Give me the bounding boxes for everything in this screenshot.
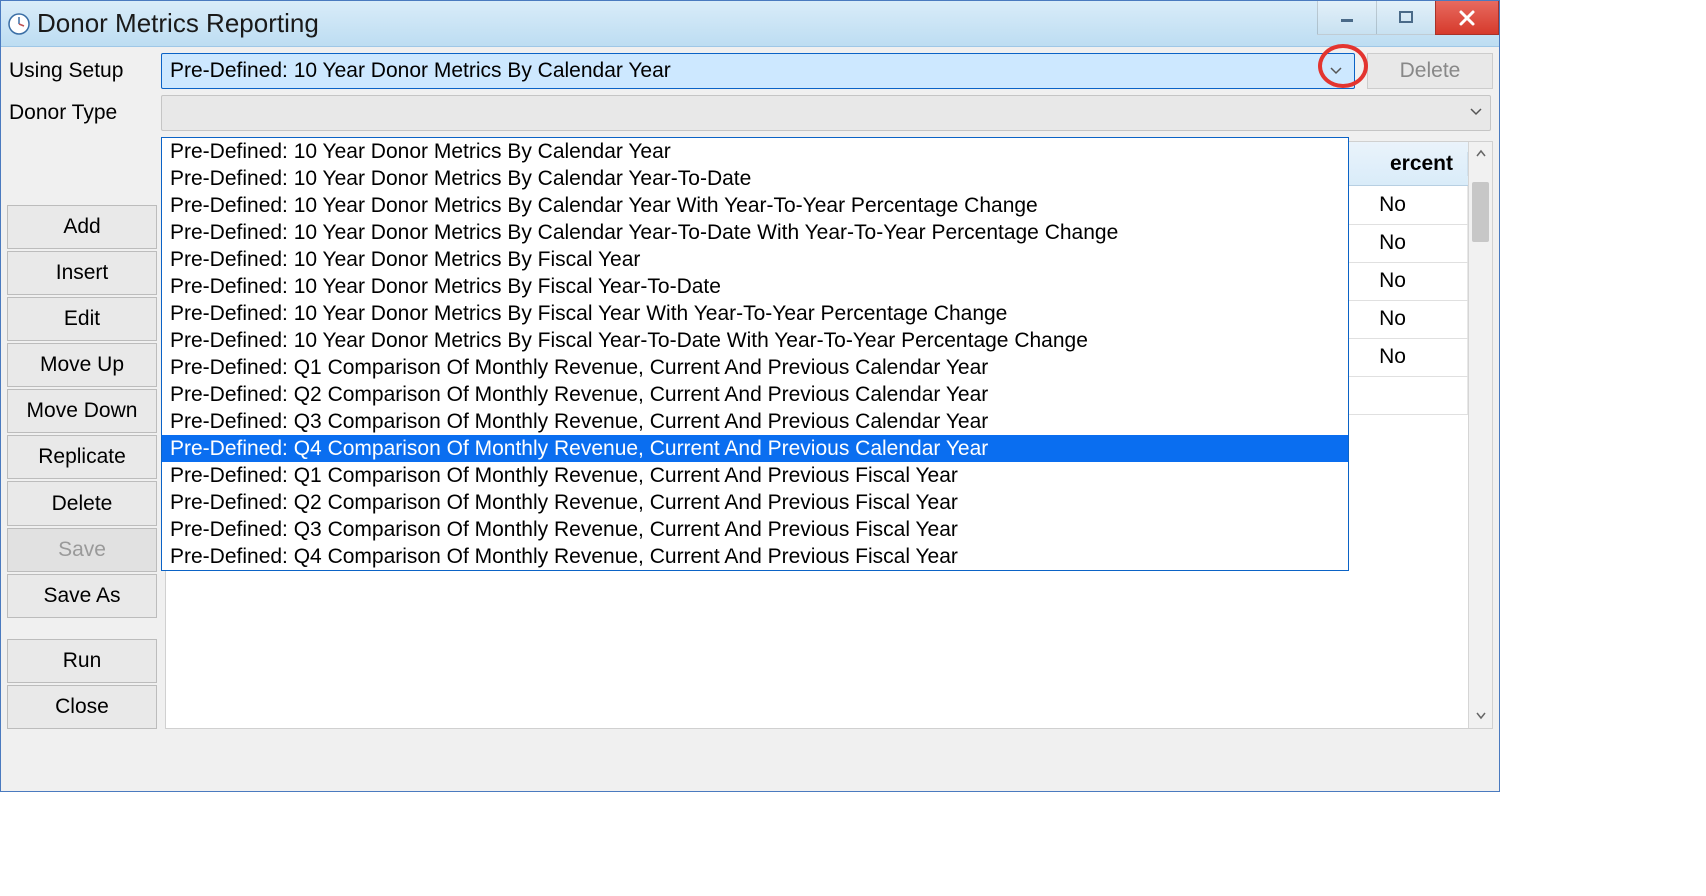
dropdown-option[interactable]: Pre-Defined: Q2 Comparison Of Monthly Re… [162, 489, 1348, 516]
save-as-button[interactable]: Save As [7, 574, 157, 618]
maximize-button[interactable] [1376, 1, 1436, 35]
replicate-button[interactable]: Replicate [7, 435, 157, 479]
delete-button[interactable]: Delete [7, 481, 157, 525]
dropdown-option[interactable]: Pre-Defined: 10 Year Donor Metrics By Fi… [162, 246, 1348, 273]
run-button[interactable]: Run [7, 639, 157, 683]
side-button-panel: Add Insert Edit Move Up Move Down Replic… [7, 141, 157, 729]
dropdown-option[interactable]: Pre-Defined: Q4 Comparison Of Monthly Re… [162, 435, 1348, 462]
setup-select[interactable]: Pre-Defined: 10 Year Donor Metrics By Ca… [161, 53, 1355, 89]
move-down-button[interactable]: Move Down [7, 389, 157, 433]
scroll-up-icon[interactable] [1469, 142, 1492, 166]
app-icon [7, 12, 31, 36]
delete-setup-button[interactable]: Delete [1367, 53, 1493, 89]
save-button[interactable]: Save [7, 528, 157, 572]
donor-type-select[interactable] [161, 95, 1491, 131]
insert-button[interactable]: Insert [7, 251, 157, 295]
title-bar: Donor Metrics Reporting [1, 1, 1499, 47]
dropdown-option[interactable]: Pre-Defined: 10 Year Donor Metrics By Ca… [162, 192, 1348, 219]
dropdown-option[interactable]: Pre-Defined: Q1 Comparison Of Monthly Re… [162, 462, 1348, 489]
scroll-down-icon[interactable] [1469, 704, 1492, 728]
window-frame: Donor Metrics Reporting Using Setup Pre-… [0, 0, 1500, 792]
dropdown-option[interactable]: Pre-Defined: Q3 Comparison Of Monthly Re… [162, 408, 1348, 435]
client-area: Using Setup Pre-Defined: 10 Year Donor M… [1, 47, 1499, 791]
setup-select-value: Pre-Defined: 10 Year Donor Metrics By Ca… [170, 59, 1326, 83]
vertical-scrollbar[interactable] [1468, 142, 1492, 728]
dropdown-option[interactable]: Pre-Defined: 10 Year Donor Metrics By Ca… [162, 165, 1348, 192]
using-setup-row: Using Setup Pre-Defined: 10 Year Donor M… [7, 53, 1493, 89]
dropdown-option[interactable]: Pre-Defined: 10 Year Donor Metrics By Ca… [162, 219, 1348, 246]
dropdown-option[interactable]: Pre-Defined: Q4 Comparison Of Monthly Re… [162, 543, 1348, 570]
chevron-down-icon [1326, 65, 1346, 77]
close-button[interactable]: Close [7, 685, 157, 729]
minimize-button[interactable] [1317, 1, 1377, 35]
dropdown-option[interactable]: Pre-Defined: 10 Year Donor Metrics By Ca… [162, 138, 1348, 165]
dropdown-option[interactable]: Pre-Defined: 10 Year Donor Metrics By Fi… [162, 273, 1348, 300]
donor-type-row: Donor Type [7, 95, 1493, 131]
dropdown-option[interactable]: Pre-Defined: Q3 Comparison Of Monthly Re… [162, 516, 1348, 543]
dropdown-option[interactable]: Pre-Defined: Q1 Comparison Of Monthly Re… [162, 354, 1348, 381]
setup-dropdown-list[interactable]: Pre-Defined: 10 Year Donor Metrics By Ca… [161, 137, 1349, 571]
move-up-button[interactable]: Move Up [7, 343, 157, 387]
close-window-button[interactable] [1435, 1, 1499, 35]
using-setup-label: Using Setup [7, 59, 161, 83]
window-controls [1318, 1, 1499, 35]
window-title: Donor Metrics Reporting [37, 8, 319, 39]
scroll-thumb[interactable] [1472, 182, 1489, 242]
dropdown-option[interactable]: Pre-Defined: 10 Year Donor Metrics By Fi… [162, 327, 1348, 354]
chevron-down-icon [1470, 106, 1482, 121]
add-button[interactable]: Add [7, 205, 157, 249]
dropdown-option[interactable]: Pre-Defined: 10 Year Donor Metrics By Fi… [162, 300, 1348, 327]
donor-type-label: Donor Type [7, 101, 161, 125]
spacer [7, 620, 157, 637]
edit-button[interactable]: Edit [7, 297, 157, 341]
dropdown-option[interactable]: Pre-Defined: Q2 Comparison Of Monthly Re… [162, 381, 1348, 408]
